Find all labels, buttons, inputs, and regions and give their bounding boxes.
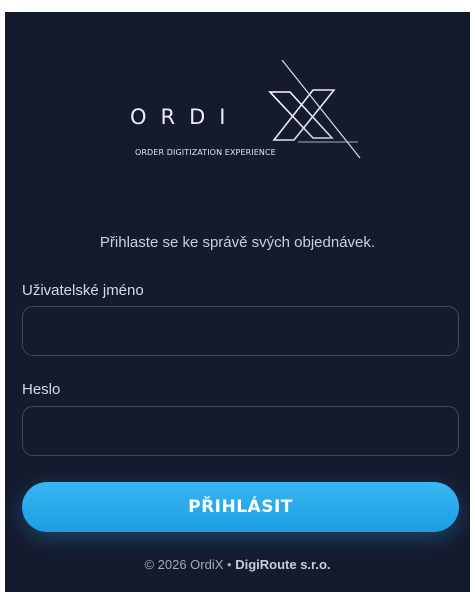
ordix-logo: ORDI ORDER DIGITIZATION EXPERIENCE: [120, 60, 370, 170]
footer-copyright: © 2026 OrdiX •: [144, 557, 232, 572]
password-label: Heslo: [22, 381, 61, 398]
footer-company: DigiRoute s.r.o.: [235, 557, 331, 572]
username-label: Uživatelské jméno: [22, 282, 144, 299]
login-button[interactable]: PŘIHLÁSIT: [22, 482, 459, 532]
login-card: ORDI ORDER DIGITIZATION EXPERIENCE Přihl…: [5, 12, 470, 592]
login-subtitle: Přihlaste se ke správě svých objednávek.: [99, 234, 376, 251]
password-field[interactable]: [22, 406, 459, 456]
logo-tagline: ORDER DIGITIZATION EXPERIENCE: [135, 148, 276, 157]
footer: © 2026 OrdiX • DigiRoute s.r.o.: [5, 557, 470, 572]
logo-wordmark: ORDI: [130, 105, 240, 129]
username-field[interactable]: [22, 306, 459, 356]
